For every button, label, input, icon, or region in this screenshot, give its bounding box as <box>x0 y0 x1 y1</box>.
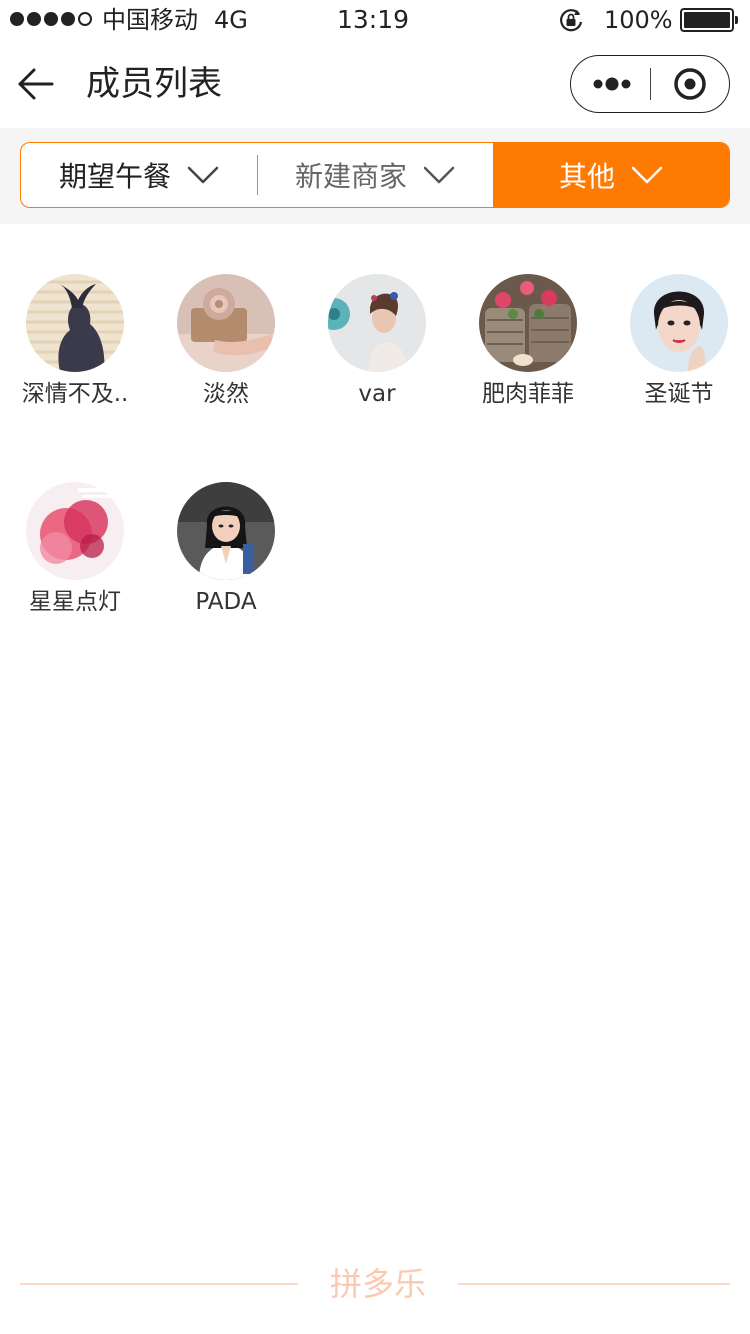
avatar <box>177 274 275 372</box>
filter-tab-label: 新建商家 <box>294 160 407 193</box>
battery-icon <box>680 8 738 32</box>
member-item[interactable]: 淡然 <box>151 274 301 410</box>
footer-divider-right <box>458 1283 730 1285</box>
navigation-bar: 成员列表 <box>0 40 750 128</box>
filter-tab-lunch[interactable]: 期望午餐 <box>21 143 257 207</box>
member-name: 淡然 <box>203 381 249 407</box>
member-name: PADA <box>195 589 257 615</box>
member-item[interactable]: 肥肉菲菲 <box>453 274 603 410</box>
avatar <box>630 274 728 372</box>
footer-brand: 拼多乐 <box>20 1262 730 1306</box>
rotation-lock-icon <box>557 6 585 34</box>
avatar <box>26 274 124 372</box>
chevron-down-icon <box>423 166 455 184</box>
chevron-down-icon <box>631 166 663 184</box>
member-item[interactable]: 圣诞节 <box>604 274 750 410</box>
member-name: var <box>358 381 396 407</box>
avatar <box>177 482 275 580</box>
filter-tab-new-merchant[interactable]: 新建商家 <box>257 143 493 207</box>
arrow-left-icon <box>18 68 54 100</box>
member-item[interactable]: var <box>302 274 452 410</box>
member-name: 圣诞节 <box>644 381 714 407</box>
member-item[interactable]: 星星点灯 <box>0 482 150 618</box>
filter-tab-label: 期望午餐 <box>58 160 171 193</box>
brand-text: 拼多乐 <box>329 1265 426 1303</box>
battery-percentage: 100% <box>604 6 673 34</box>
avatar <box>328 274 426 372</box>
avatar <box>479 274 577 372</box>
member-name: 深情不及.. <box>21 381 129 407</box>
back-button[interactable] <box>14 62 58 106</box>
status-bar: 中国移动 4G 13:19 100% <box>0 0 750 40</box>
target-circle-icon <box>674 68 706 100</box>
page-title: 成员列表 <box>86 64 222 104</box>
member-name: 肥肉菲菲 <box>482 381 574 407</box>
avatar <box>26 482 124 580</box>
filter-bar: 期望午餐 新建商家 其他 <box>0 128 750 224</box>
chevron-down-icon <box>187 166 219 184</box>
member-name: 星星点灯 <box>29 589 121 615</box>
member-item[interactable]: 深情不及.. <box>0 274 150 410</box>
filter-tab-other[interactable]: 其他 <box>493 143 729 207</box>
miniprogram-capsule <box>570 55 730 113</box>
footer-divider-left <box>20 1283 298 1285</box>
filter-tabs: 期望午餐 新建商家 其他 <box>20 142 730 208</box>
member-item[interactable]: PADA <box>151 482 301 618</box>
more-dots-icon <box>593 77 631 91</box>
filter-tab-label: 其他 <box>558 160 615 193</box>
more-button[interactable] <box>571 56 651 112</box>
close-miniprogram-button[interactable] <box>651 56 731 112</box>
